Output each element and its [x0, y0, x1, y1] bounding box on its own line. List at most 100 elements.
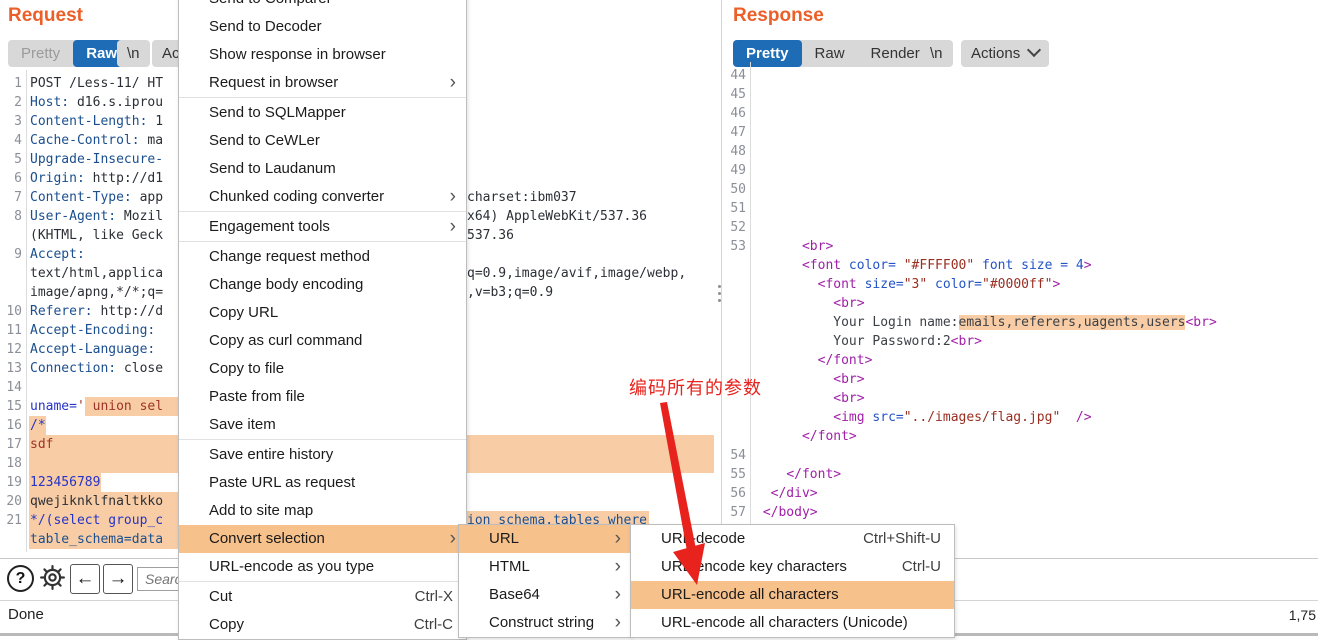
line-number: 57 — [722, 503, 746, 522]
response-line[interactable]: <font color= "#FFFF00" font size = 4> — [722, 256, 1318, 275]
response-line[interactable]: 50 — [722, 180, 1318, 199]
line-number: 8 — [0, 207, 22, 226]
response-line[interactable]: 44 — [722, 66, 1318, 85]
forward-arrow-button[interactable]: → — [103, 564, 133, 594]
response-line[interactable]: </font> — [722, 427, 1318, 446]
response-line[interactable]: 57 </body> — [722, 503, 1318, 522]
menu-item-url-encode-all-characters[interactable]: URL-encode all characters — [631, 581, 954, 609]
response-line[interactable]: <br> — [722, 389, 1318, 408]
response-size-text: 1,75 — [1289, 607, 1316, 623]
menu-shortcut: Ctrl-U — [902, 553, 941, 581]
menu-item-url[interactable]: URL› — [459, 525, 631, 553]
menu-item-copy-url[interactable]: Copy URL — [179, 299, 466, 327]
tab-response-raw[interactable]: Raw — [802, 40, 858, 67]
menu-item-change-request-method[interactable]: Change request method — [179, 243, 466, 271]
menu-item-save-entire-history[interactable]: Save entire history — [179, 441, 466, 469]
annotation-text: 编码所有的参数 — [629, 374, 762, 400]
line-number: 54 — [722, 446, 746, 465]
line-number: 49 — [722, 161, 746, 180]
menu-item-url-encode-key-characters[interactable]: URL-encode key charactersCtrl-U — [631, 553, 954, 581]
line-number: 48 — [722, 142, 746, 161]
response-newline-toggle[interactable]: \n — [920, 40, 953, 67]
response-line[interactable]: <br> — [722, 294, 1318, 313]
response-line[interactable]: 55 </font> — [722, 465, 1318, 484]
menu-item-show-response-in-browser[interactable]: Show response in browser — [179, 41, 466, 69]
url-encode-submenu: URL-decodeCtrl+Shift-UURL-encode key cha… — [630, 524, 955, 638]
convert-selection-submenu: URL›HTML›Base64›Construct string› — [458, 524, 632, 638]
menu-item-paste-url-as-request[interactable]: Paste URL as request — [179, 469, 466, 497]
response-line[interactable]: 54 — [722, 446, 1318, 465]
menu-item-add-to-site-map[interactable]: Add to site map — [179, 497, 466, 525]
menu-item-cut[interactable]: CutCtrl-X — [179, 583, 466, 611]
line-number: 18 — [0, 454, 22, 473]
line-number: 7 — [0, 188, 22, 207]
menu-item-convert-selection[interactable]: Convert selection› — [179, 525, 466, 553]
response-line[interactable]: <font size="3" color="#0000ff"> — [722, 275, 1318, 294]
line-number: 12 — [0, 340, 22, 359]
menu-item-base64[interactable]: Base64› — [459, 581, 631, 609]
context-menu: Send to ComparerSend to DecoderShow resp… — [178, 0, 467, 640]
line-number: 55 — [722, 465, 746, 484]
line-number: 13 — [0, 359, 22, 378]
menu-item-save-item[interactable]: Save item — [179, 411, 466, 439]
response-line[interactable]: </font> — [722, 351, 1318, 370]
submenu-arrow-icon: › — [615, 609, 621, 637]
line-number: 2 — [0, 93, 22, 112]
menu-item-construct-string[interactable]: Construct string› — [459, 609, 631, 637]
submenu-arrow-icon: › — [450, 525, 456, 553]
response-line[interactable]: 45 — [722, 85, 1318, 104]
menu-shortcut: Ctrl+Shift-U — [863, 525, 941, 553]
menu-item-url-decode[interactable]: URL-decodeCtrl+Shift-U — [631, 525, 954, 553]
submenu-arrow-icon: › — [615, 525, 621, 553]
menu-item-html[interactable]: HTML› — [459, 553, 631, 581]
menu-item-send-to-decoder[interactable]: Send to Decoder — [179, 13, 466, 41]
response-actions-button[interactable]: Actions — [961, 40, 1049, 67]
response-line[interactable]: 46 — [722, 104, 1318, 123]
menu-item-url-encode-all-characters-unicode[interactable]: URL-encode all characters (Unicode) — [631, 609, 954, 637]
line-number: 14 — [0, 378, 22, 397]
line-number: 15 — [0, 397, 22, 416]
response-line[interactable]: <img src="../images/flag.jpg" /> — [722, 408, 1318, 427]
response-line[interactable]: 47 — [722, 123, 1318, 142]
submenu-arrow-icon: › — [450, 213, 456, 241]
menu-item-copy-to-file[interactable]: Copy to file — [179, 355, 466, 383]
response-line[interactable]: <br> — [722, 370, 1318, 389]
request-newline-toggle[interactable]: \n — [117, 40, 150, 67]
submenu-arrow-icon: › — [615, 553, 621, 581]
menu-item-copy-as-curl-command[interactable]: Copy as curl command — [179, 327, 466, 355]
line-number: 53 — [722, 237, 746, 256]
line-number: 16 — [0, 416, 22, 435]
tab-response-pretty[interactable]: Pretty — [733, 40, 802, 67]
menu-item-engagement-tools[interactable]: Engagement tools› — [179, 213, 466, 241]
menu-item-request-in-browser[interactable]: Request in browser› — [179, 69, 466, 97]
gear-icon[interactable] — [38, 563, 67, 597]
back-arrow-button[interactable]: ← — [70, 564, 100, 594]
menu-item-send-to-comparer[interactable]: Send to Comparer — [179, 0, 466, 13]
response-editor[interactable]: 44454647484950515253 <br> <font color= "… — [722, 66, 1318, 522]
response-line[interactable]: 56 </div> — [722, 484, 1318, 503]
menu-item-change-body-encoding[interactable]: Change body encoding — [179, 271, 466, 299]
response-line[interactable]: 51 — [722, 199, 1318, 218]
menu-item-paste-from-file[interactable]: Paste from file — [179, 383, 466, 411]
response-line[interactable]: 48 — [722, 142, 1318, 161]
menu-item-send-to-cewler[interactable]: Send to CeWLer — [179, 127, 466, 155]
help-icon[interactable]: ? — [7, 565, 34, 592]
menu-item-chunked-coding-converter[interactable]: Chunked coding converter› — [179, 183, 466, 211]
line-number: 9 — [0, 245, 22, 264]
menu-item-send-to-sqlmapper[interactable]: Send to SQLMapper — [179, 99, 466, 127]
status-text: Done — [8, 606, 44, 623]
menu-item-url-encode-as-you-type[interactable]: URL-encode as you type — [179, 553, 466, 581]
response-line[interactable]: 52 — [722, 218, 1318, 237]
submenu-arrow-icon: › — [450, 183, 456, 211]
response-line[interactable]: 49 — [722, 161, 1318, 180]
response-line[interactable]: Your Login name:emails,referers,uagents,… — [722, 313, 1318, 332]
response-line[interactable]: Your Password:2<br> — [722, 332, 1318, 351]
submenu-arrow-icon: › — [615, 581, 621, 609]
tab-request-pretty[interactable]: Pretty — [8, 40, 73, 67]
line-number: 20 — [0, 492, 22, 511]
response-line[interactable]: 53 <br> — [722, 237, 1318, 256]
menu-item-send-to-laudanum[interactable]: Send to Laudanum — [179, 155, 466, 183]
line-number: 3 — [0, 112, 22, 131]
request-gutter-divider — [26, 70, 27, 552]
line-number: 56 — [722, 484, 746, 503]
